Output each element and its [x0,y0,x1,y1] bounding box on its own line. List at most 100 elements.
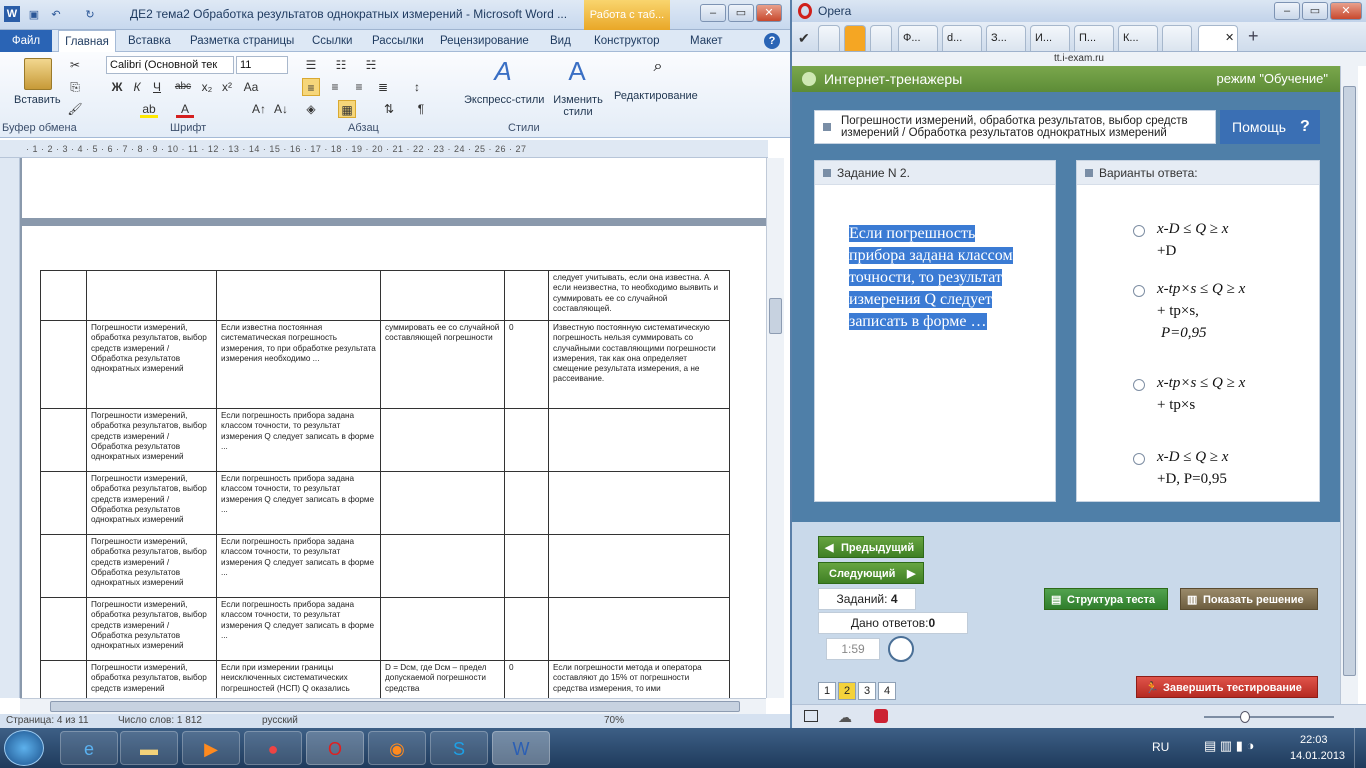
shrink-font-icon[interactable]: A↓ [272,100,290,118]
sort-icon[interactable]: ⇅ [380,100,398,118]
answer-option-3[interactable]: x-tp×s ≤ Q ≥ x + tp×s [1157,373,1287,417]
opera-icon[interactable]: O [306,731,364,765]
highlight-icon[interactable]: ab [140,100,158,118]
close-button[interactable]: ✕ [756,4,782,22]
structure-button[interactable]: ▤ Структура теста [1044,588,1168,610]
align-center-icon[interactable]: ≡ [326,78,344,96]
new-tab-button[interactable]: + [1248,26,1259,47]
start-button[interactable] [4,730,44,766]
vertical-scrollbar[interactable] [766,158,784,698]
align-left-icon[interactable]: ≡ [302,78,320,96]
opera-maximize-button[interactable]: ▭ [1302,2,1328,20]
redo-icon[interactable]: ↻ [82,7,98,23]
answer-radio-2[interactable] [1133,285,1145,297]
prev-button[interactable]: ◀ Предыдущий [818,536,924,558]
tab-layout[interactable]: Макет [690,30,723,52]
strikethrough-icon[interactable]: abc [172,78,194,96]
superscript-icon[interactable]: x² [218,78,236,96]
next-button[interactable]: Следующий ▶ [818,562,924,584]
font-color-icon[interactable]: A [176,100,194,118]
clock-time[interactable]: 22:03 [1300,734,1328,746]
tab-6[interactable]: К... [1118,25,1158,51]
undo-icon[interactable]: ↶ [48,7,64,23]
borders-icon[interactable]: ▦ [338,100,356,118]
format-painter-icon[interactable]: 🖌 [66,100,84,118]
language-indicator[interactable]: RU [1152,740,1169,754]
answer-option-2[interactable]: x-tp×s ≤ Q ≥ x + tp×s, P=0,95 [1157,279,1287,344]
status-language[interactable]: русский [262,715,298,726]
tab-2[interactable]: d... [942,25,982,51]
change-case-icon[interactable]: Aa [242,78,260,96]
page-1[interactable]: 1 [818,682,836,700]
page-2[interactable]: 2 [838,682,856,700]
show-desktop-button[interactable] [1354,728,1366,768]
answer-radio-4[interactable] [1133,453,1145,465]
tab-view[interactable]: Вид [550,30,571,52]
find-icon[interactable]: ⌕ [646,58,670,82]
zoom-slider[interactable] [1204,711,1334,723]
align-right-icon[interactable]: ≡ [350,78,368,96]
italic-icon[interactable]: К [128,78,146,96]
cloud-icon[interactable]: ☁ [838,709,852,726]
help-button[interactable]: Помощь ? [1220,110,1320,144]
horizontal-scrollbar[interactable] [20,698,766,714]
panel-toggle-icon[interactable] [804,710,818,722]
finish-button[interactable]: 🏃 Завершить тестирование [1136,676,1318,698]
address-bar[interactable]: tt.i-exam.ru [792,52,1366,66]
grow-font-icon[interactable]: A↑ [250,100,268,118]
zoom-level[interactable]: 70% [604,715,624,726]
explorer-icon[interactable]: ▬ [120,731,178,765]
tab-mailings[interactable]: Рассылки [372,30,424,52]
subscript-icon[interactable]: x₂ [198,78,216,96]
paste-icon[interactable] [24,58,52,90]
opera-vscrollbar[interactable] [1340,66,1358,704]
word-icon[interactable]: W [492,731,550,765]
hscroll-thumb[interactable] [50,701,740,712]
skype-icon[interactable]: S [430,731,488,765]
underline-icon[interactable]: Ч [148,78,166,96]
tray-icons[interactable]: ▤ ▥ ▮ ◑ [1204,738,1254,754]
change-styles-button[interactable]: Изменить стили [550,94,606,118]
bold-icon[interactable]: Ж [108,78,126,96]
media-player-icon[interactable]: ▶ [182,731,240,765]
help-icon[interactable]: ? [764,33,780,49]
table-tools-context-tab[interactable]: Работа с таб... [584,0,670,30]
font-name-combo[interactable]: Calibri (Основной тек [106,56,234,74]
scroll-thumb[interactable] [769,298,782,334]
answer-radio-3[interactable] [1133,379,1145,391]
tab-favicon[interactable] [1162,25,1192,51]
tab-favicon[interactable] [818,25,840,51]
font-size-combo[interactable]: 11 [236,56,288,74]
tab-references[interactable]: Ссылки [312,30,353,52]
tab-home[interactable]: Главная [58,30,116,53]
copy-icon[interactable]: ⎘ [66,78,84,96]
express-styles-icon[interactable]: A [488,56,518,86]
opera-scroll-thumb[interactable] [1343,86,1356,676]
opera-minimize-button[interactable]: ‒ [1274,2,1300,20]
page-4[interactable]: 4 [878,682,896,700]
tab-page-layout[interactable]: Разметка страницы [190,30,294,52]
tab-4[interactable]: И... [1030,25,1070,51]
justify-icon[interactable]: ≣ [374,78,392,96]
app-icon[interactable]: ● [244,731,302,765]
minimize-button[interactable]: ‒ [700,4,726,22]
opera-logo-icon[interactable] [798,3,812,19]
check-icon[interactable]: ✔ [798,30,810,47]
tab-active[interactable]: ✕ [1198,25,1238,51]
change-styles-icon[interactable]: A [562,56,592,86]
shading-icon[interactable]: ◈ [302,100,320,118]
tab-3[interactable]: З... [986,25,1026,51]
clock-date[interactable]: 14.01.2013 [1290,750,1345,762]
firefox-icon[interactable]: ◉ [368,731,426,765]
tab-review[interactable]: Рецензирование [440,30,529,52]
status-page[interactable]: Страница: 4 из 11 [6,715,89,726]
tab-insert[interactable]: Вставка [128,30,171,52]
tab-close-icon[interactable]: ✕ [1225,26,1234,50]
document-table[interactable]: следует учитывать, если она известна. А … [40,270,730,699]
maximize-button[interactable]: ▭ [728,4,754,22]
tab-favicon[interactable] [844,25,866,51]
tab-file[interactable]: Файл [0,30,52,52]
notification-icon[interactable] [874,709,888,723]
numbering-icon[interactable]: ☷ [332,56,350,74]
ie-icon[interactable]: e [60,731,118,765]
